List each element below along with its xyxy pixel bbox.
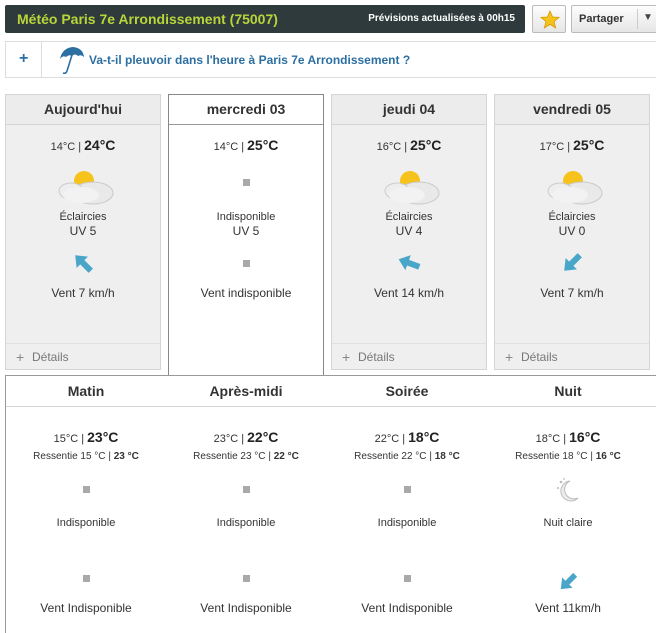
- period-wind: Vent Indisponible: [40, 601, 132, 615]
- period-temps: 15°C | 23°C: [53, 429, 119, 445]
- rain-question-link[interactable]: Va-t-il pleuvoir dans l'heure à Paris 7e…: [89, 53, 410, 67]
- period-temps: 22°C | 18°C: [374, 429, 440, 445]
- plus-icon: +: [16, 349, 25, 365]
- day-card-thursday[interactable]: jeudi 04 16°C | 25°C Éclaircies UV 4 Ven…: [331, 94, 487, 370]
- period-name: Matin: [67, 383, 105, 399]
- period-wind: Vent 11km/h: [535, 601, 601, 615]
- day-condition: Indisponible: [216, 211, 276, 223]
- day-condition: Éclaircies: [385, 211, 433, 223]
- unavailable-icon: [166, 476, 326, 506]
- period-feel: Ressentie 15 °C | 23 °C: [33, 451, 139, 462]
- sun-cloud-icon: [332, 165, 486, 207]
- day-card-today[interactable]: Aujourd'hui 14°C | 24°C Éclaircies UV 5 …: [5, 94, 161, 370]
- details-button[interactable]: + Détails: [495, 343, 649, 369]
- wind-arrow-icon: [6, 250, 160, 278]
- plus-icon: +: [505, 349, 514, 365]
- period-condition: Nuit claire: [543, 517, 593, 529]
- day-condition: Éclaircies: [59, 211, 107, 223]
- day-card-wednesday[interactable]: mercredi 03 14°C | 25°C Indisponible UV …: [168, 94, 324, 376]
- share-divider: [637, 9, 638, 29]
- title-bar: Météo Paris 7e Arrondissement (75007) Pr…: [5, 5, 525, 33]
- unavailable-icon: [327, 476, 487, 506]
- page-title: Météo Paris 7e Arrondissement (75007): [17, 11, 278, 27]
- period-condition: Indisponible: [216, 517, 276, 529]
- day-uv: UV 0: [558, 224, 586, 238]
- day-uv: UV 5: [69, 224, 97, 238]
- share-label: Partager: [579, 13, 624, 25]
- day-uv: UV 4: [395, 224, 423, 238]
- details-button[interactable]: + Détails: [6, 343, 160, 369]
- period-wind: Vent Indisponible: [361, 601, 453, 615]
- day-wind: Vent indisponible: [200, 286, 292, 300]
- unavailable-icon: [169, 165, 323, 207]
- wind-arrow-icon: [488, 570, 648, 596]
- umbrella-icon: [60, 47, 84, 75]
- header: Météo Paris 7e Arrondissement (75007) Pr…: [0, 0, 656, 38]
- star-icon: [540, 10, 560, 29]
- update-time: Prévisions actualisées à 00h15: [368, 13, 515, 24]
- unavailable-icon: [169, 250, 323, 278]
- period-wind: Vent Indisponible: [200, 601, 292, 615]
- unavailable-icon: [166, 570, 326, 596]
- share-button[interactable]: Partager ▼: [571, 5, 656, 33]
- sun-cloud-icon: [495, 165, 649, 207]
- period-feel: Ressentie 22 °C | 18 °C: [354, 451, 460, 462]
- period-afternoon: Après-midi 23°C | 22°C Ressentie 23 °C |…: [166, 376, 326, 633]
- wind-arrow-icon: [495, 250, 649, 278]
- period-morning: Matin 15°C | 23°C Ressentie 15 °C | 23 °…: [6, 376, 166, 633]
- rain-question-bar: + Va-t-il pleuvoir dans l'heure à Paris …: [5, 41, 656, 78]
- day-temps: 14°C | 25°C: [213, 137, 279, 153]
- period-name: Nuit: [554, 383, 582, 399]
- day-name: Aujourd'hui: [6, 95, 160, 125]
- unavailable-icon: [6, 570, 166, 596]
- details-label: Détails: [521, 350, 558, 364]
- period-night: Nuit 18°C | 16°C Ressentie 18 °C | 16 °C…: [488, 376, 648, 633]
- period-feel: Ressentie 23 °C | 22 °C: [193, 451, 299, 462]
- day-temps: 14°C | 24°C: [50, 137, 116, 153]
- day-name: mercredi 03: [169, 95, 323, 125]
- period-panel: Matin 15°C | 23°C Ressentie 15 °C | 23 °…: [5, 375, 656, 633]
- day-card-friday[interactable]: vendredi 05 17°C | 25°C Éclaircies UV 0 …: [494, 94, 650, 370]
- plus-icon: +: [19, 50, 29, 67]
- wind-arrow-icon: [332, 250, 486, 278]
- period-temps: 18°C | 16°C: [535, 429, 601, 445]
- day-temps: 16°C | 25°C: [376, 137, 442, 153]
- caret-down-icon[interactable]: ▼: [643, 12, 653, 23]
- details-button[interactable]: + Détails: [332, 343, 486, 369]
- details-label: Détails: [358, 350, 395, 364]
- favorite-button[interactable]: [532, 5, 566, 33]
- unavailable-icon: [6, 476, 166, 506]
- period-feel: Ressentie 18 °C | 16 °C: [515, 451, 621, 462]
- day-uv: UV 5: [232, 224, 260, 238]
- period-name: Après-midi: [209, 383, 283, 399]
- plus-icon: +: [342, 349, 351, 365]
- day-wind: Vent 7 km/h: [51, 286, 115, 300]
- day-wind: Vent 7 km/h: [540, 286, 604, 300]
- period-name: Soirée: [385, 383, 429, 399]
- period-condition: Indisponible: [377, 517, 437, 529]
- sun-cloud-icon: [6, 165, 160, 207]
- day-wind: Vent 14 km/h: [373, 286, 445, 300]
- unavailable-icon: [327, 570, 487, 596]
- details-label: Détails: [32, 350, 69, 364]
- day-temps: 17°C | 25°C: [539, 137, 605, 153]
- period-evening: Soirée 22°C | 18°C Ressentie 22 °C | 18 …: [327, 376, 487, 633]
- moon-stars-icon: [488, 476, 648, 506]
- day-name: jeudi 04: [332, 95, 486, 125]
- period-temps: 23°C | 22°C: [213, 429, 279, 445]
- period-condition: Indisponible: [56, 517, 116, 529]
- day-condition: Éclaircies: [548, 211, 596, 223]
- day-name: vendredi 05: [495, 95, 649, 125]
- expand-rain-button[interactable]: +: [6, 42, 42, 77]
